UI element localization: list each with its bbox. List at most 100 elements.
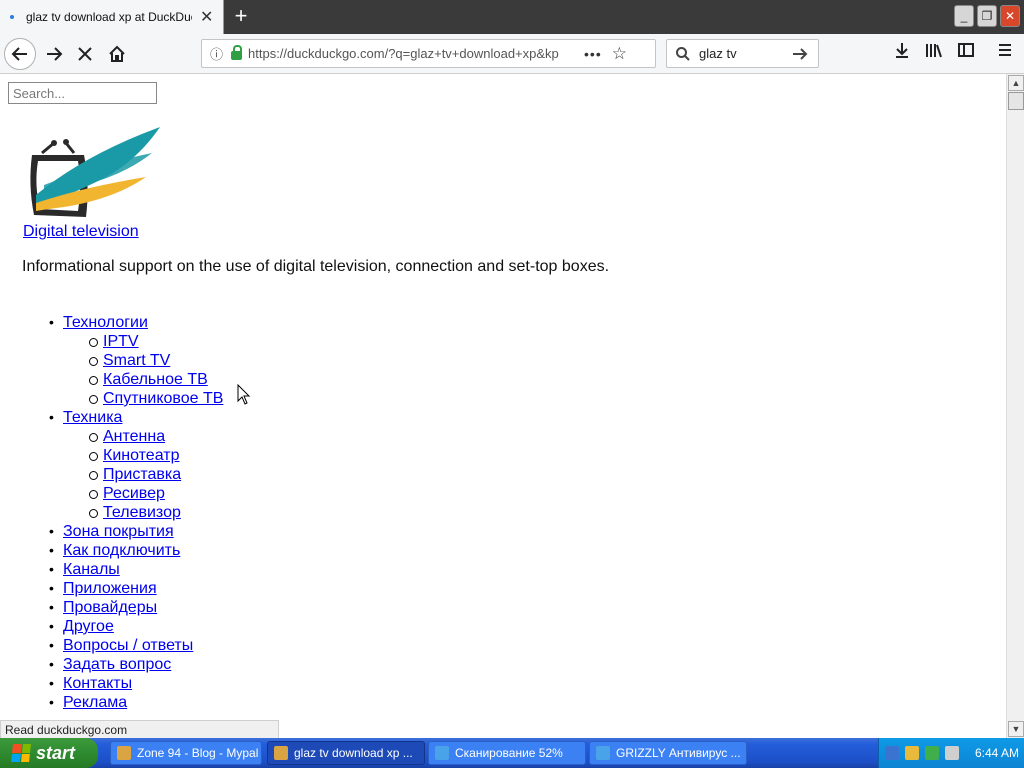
submenu-item: Спутниковое ТВ (88, 389, 223, 408)
submenu-link[interactable]: Кинотеатр (103, 447, 179, 464)
submenu-link[interactable]: Спутниковое ТВ (103, 390, 223, 407)
submenu-link[interactable]: Приставка (103, 466, 181, 483)
security-shield-icon[interactable] (905, 746, 919, 760)
search-icon (676, 46, 690, 61)
title-bar: glaz tv download xp at DuckDuckG ✕ + _ ❐… (0, 0, 1024, 34)
page-actions-icon[interactable]: ••• (584, 46, 602, 62)
menu-item: Зона покрытия (49, 522, 223, 541)
close-window-button[interactable]: ✕ (1000, 5, 1020, 27)
windows-flag-icon (11, 744, 31, 762)
mouse-cursor-icon (237, 384, 251, 405)
menu-link[interactable]: Технологии (63, 314, 148, 331)
site-menu: Технологии IPTV Smart TV Кабельное ТВ Спутни… (49, 313, 223, 712)
minimize-button[interactable]: _ (954, 5, 974, 27)
start-label: start (36, 742, 76, 763)
library-button[interactable] (921, 42, 947, 66)
taskbar-task[interactable]: glaz tv download xp ... (267, 741, 425, 765)
taskbar-task[interactable]: Zone 94 - Blog - Mypal (110, 741, 262, 765)
back-button[interactable] (4, 38, 36, 70)
lock-icon[interactable] (231, 44, 243, 60)
menu-link[interactable]: Приложения (63, 580, 157, 597)
window-controls: _ ❐ ✕ (954, 5, 1020, 27)
new-tab-button[interactable]: + (228, 3, 254, 29)
menu-link[interactable]: Другое (63, 618, 114, 635)
loading-icon (10, 15, 14, 19)
sidebar-button[interactable] (953, 42, 979, 66)
taskbar-task[interactable]: Сканирование 52% (428, 741, 586, 765)
menu-link[interactable]: Каналы (63, 561, 120, 578)
page-viewport: Digital television Informational support… (0, 75, 1006, 737)
antivirus-icon[interactable] (925, 746, 939, 760)
menu-link[interactable]: Контакты (63, 675, 132, 692)
menu-link[interactable]: Зона покрытия (63, 523, 174, 540)
navigation-toolbar: ⓘ https://duckduckgo.com/?q=glaz+tv+down… (0, 34, 1024, 74)
menu-item: Технологии IPTV Smart TV Кабельное ТВ Спутни… (49, 313, 223, 408)
menu-item: Провайдеры (49, 598, 223, 617)
site-search-input[interactable] (8, 82, 157, 104)
submenu-link[interactable]: Антенна (103, 428, 165, 445)
task-app-icon (596, 746, 610, 760)
library-icon (926, 44, 942, 58)
submenu: Антенна Кинотеатр Приставка Ресивер Телевизо… (88, 427, 223, 522)
task-app-icon (435, 746, 449, 760)
home-button[interactable] (101, 38, 133, 70)
download-icon (896, 43, 908, 58)
vertical-scrollbar[interactable]: ▲ ▼ (1006, 74, 1024, 738)
clock: 6:44 AM (975, 746, 1020, 760)
volume-icon[interactable] (945, 746, 959, 760)
menu-link[interactable]: Как подключить (63, 542, 180, 559)
menu-item: Как подключить (49, 541, 223, 560)
menu-item: Приложения (49, 579, 223, 598)
scroll-thumb[interactable] (1008, 92, 1024, 110)
menu-link[interactable]: Реклама (63, 694, 127, 711)
network-icon[interactable] (885, 746, 899, 760)
browser-tab[interactable]: glaz tv download xp at DuckDuckG ✕ (0, 0, 224, 34)
submenu-link[interactable]: Телевизор (103, 504, 181, 521)
site-tagline: Informational support on the use of digi… (22, 258, 610, 275)
site-title-link[interactable]: Digital television (23, 223, 139, 241)
submenu-item: Кабельное ТВ (88, 370, 223, 389)
url-text[interactable]: https://duckduckgo.com/?q=glaz+tv+downlo… (248, 46, 566, 61)
submenu-item: Ресивер (88, 484, 223, 503)
menu-item: Техника Антенна Кинотеатр Приставка Ресивер Т… (49, 408, 223, 522)
submenu-link[interactable]: Smart TV (103, 352, 170, 369)
menu-link[interactable]: Техника (63, 409, 122, 426)
search-value[interactable]: glaz tv (699, 46, 791, 61)
forward-button[interactable] (38, 38, 70, 70)
task-label: GRIZZLY Антивирус ... (616, 746, 741, 760)
address-bar[interactable]: ⓘ https://duckduckgo.com/?q=glaz+tv+down… (201, 39, 656, 68)
status-bar: Read duckduckgo.com (0, 720, 279, 739)
scroll-down-arrow-icon[interactable]: ▼ (1008, 721, 1024, 737)
taskbar-task[interactable]: GRIZZLY Антивирус ... (589, 741, 747, 765)
submenu-link[interactable]: IPTV (103, 333, 139, 350)
menu-link[interactable]: Задать вопрос (63, 656, 171, 673)
tab-title: glaz tv download xp at DuckDuckG (26, 10, 192, 24)
search-go-icon[interactable] (791, 46, 809, 62)
info-icon[interactable]: ⓘ (210, 44, 223, 63)
stop-button[interactable] (69, 38, 101, 70)
close-tab-icon[interactable]: ✕ (200, 7, 213, 27)
search-bar[interactable]: glaz tv (666, 39, 819, 68)
menu-item: Реклама (49, 693, 223, 712)
restore-button[interactable]: ❐ (977, 5, 997, 27)
menu-button[interactable] (992, 42, 1018, 66)
start-button[interactable]: start (0, 738, 98, 768)
bookmark-star-icon[interactable]: ☆ (612, 44, 627, 64)
task-label: Zone 94 - Blog - Mypal (137, 746, 259, 760)
submenu-item: IPTV (88, 332, 223, 351)
submenu-item: Телевизор (88, 503, 223, 522)
taskbar: start Zone 94 - Blog - Mypal glaz tv down… (0, 738, 1024, 768)
menu-item: Каналы (49, 560, 223, 579)
home-icon (109, 45, 125, 62)
submenu-link[interactable]: Ресивер (103, 485, 165, 502)
menu-link[interactable]: Вопросы / ответы (63, 637, 193, 654)
scroll-up-arrow-icon[interactable]: ▲ (1008, 75, 1024, 91)
submenu-link[interactable]: Кабельное ТВ (103, 371, 208, 388)
downloads-button[interactable] (889, 42, 915, 66)
menu-link[interactable]: Провайдеры (63, 599, 157, 616)
menu-item: Другое (49, 617, 223, 636)
task-label: glaz tv download xp ... (294, 746, 413, 760)
submenu-item: Кинотеатр (88, 446, 223, 465)
hamburger-menu-icon (999, 44, 1011, 56)
submenu-item: Smart TV (88, 351, 223, 370)
